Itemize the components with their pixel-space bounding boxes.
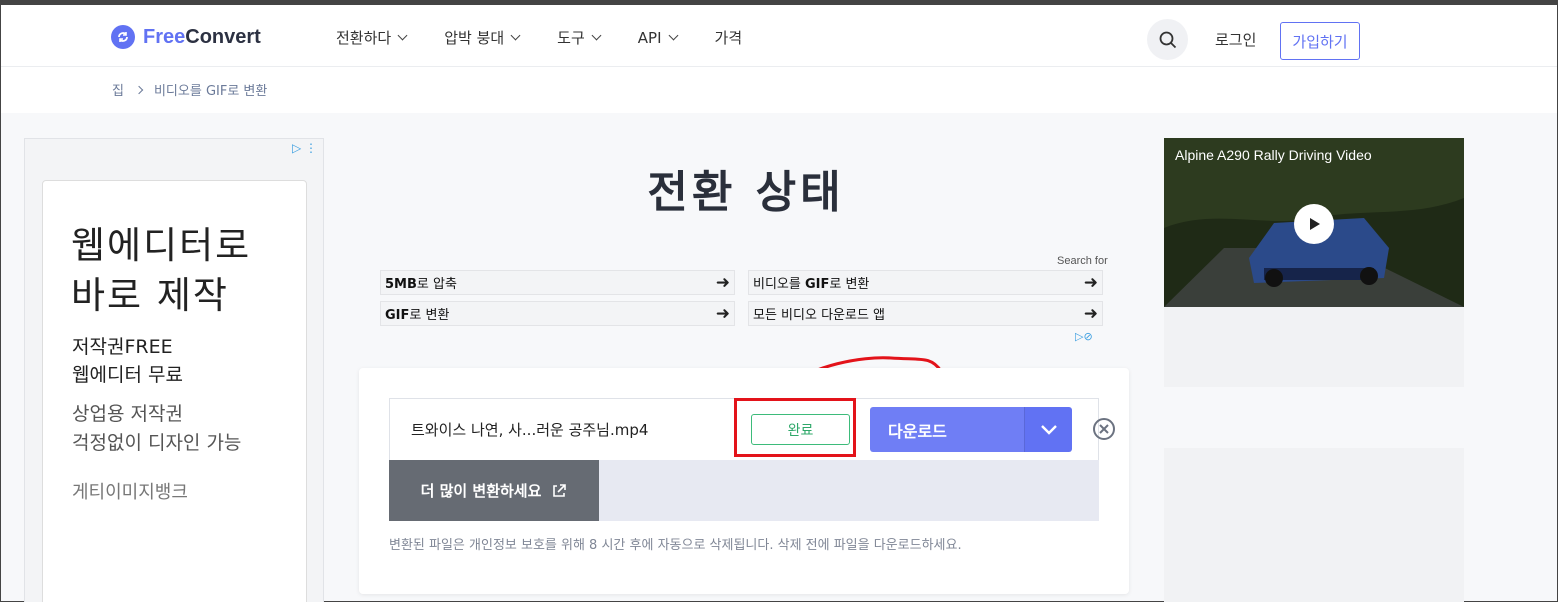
nav-api[interactable]: API	[638, 27, 678, 48]
nav-convert[interactable]: 전환하다	[336, 27, 408, 48]
page-title: 전환 상태	[647, 167, 845, 218]
play-icon	[1310, 218, 1320, 230]
arrow-right-icon: ➜	[1083, 272, 1098, 293]
external-link-icon	[553, 483, 567, 497]
adchoices-icon[interactable]: ▷ ⋮	[292, 141, 317, 155]
convert-more-button[interactable]: 더 많이 변환하세요	[389, 460, 599, 521]
ad-link-label: GIF로 변환	[385, 308, 450, 323]
adchoices-icon[interactable]: ▷⊘	[1075, 330, 1093, 343]
more-conversions-row: 더 많이 변환하세요	[389, 460, 1099, 521]
search-icon	[1159, 31, 1176, 48]
ad-headline: 웹에디터로 바로 제작	[71, 224, 252, 317]
chevron-down-icon	[668, 30, 678, 41]
nav-pricing[interactable]: 가격	[715, 27, 743, 48]
nav-tools[interactable]: 도구	[557, 27, 602, 48]
arrow-right-icon: ➜	[1083, 303, 1098, 324]
download-options-button[interactable]	[1024, 407, 1072, 452]
arrow-right-icon: ➜	[715, 272, 730, 293]
close-icon[interactable]	[1092, 417, 1116, 441]
breadcrumb-bar: 집 비디오를 GIF로 변환	[1, 67, 1557, 113]
ad-link-video-gif[interactable]: 비디오를 GIF로 변환 ➜	[748, 270, 1103, 295]
video-title: Alpine A290 Rally Driving Video	[1175, 147, 1372, 163]
breadcrumb: 집 비디오를 GIF로 변환	[112, 80, 267, 99]
site-header: FreeConvert 전환하다 압박 붕대 도구 API 가격 로그인 가입하…	[1, 1, 1557, 67]
ad-link-download-app[interactable]: 모든 비디오 다운로드 앱 ➜	[748, 301, 1103, 326]
right-ad-placeholder-2	[1164, 448, 1464, 602]
ad-subheadline: 저작권FREE 웹에디터 무료	[72, 336, 183, 386]
refresh-icon	[111, 25, 135, 49]
login-link[interactable]: 로그인	[1215, 29, 1256, 50]
ad-link-gif[interactable]: GIF로 변환 ➜	[380, 301, 735, 326]
chevron-down-icon	[591, 30, 602, 41]
right-ad-placeholder	[1164, 307, 1464, 387]
ad-card[interactable]: 웹에디터로 바로 제작 저작권FREE 웹에디터 무료 상업용 저작권 걱정없이…	[42, 180, 307, 602]
video-advertisement[interactable]: Alpine A290 Rally Driving Video	[1164, 138, 1464, 307]
signup-button[interactable]: 가입하기	[1280, 22, 1360, 60]
ad-link-label: 모든 비디오 다운로드 앱	[753, 308, 885, 323]
ad-description: 상업용 저작권 걱정없이 디자인 가능	[72, 403, 242, 454]
ad-link-label: 비디오를 GIF로 변환	[753, 277, 870, 292]
logo-text: FreeConvert	[143, 25, 261, 48]
chevron-right-icon	[134, 85, 144, 94]
search-for-label: Search for	[1057, 255, 1108, 267]
convert-more-label: 더 많이 변환하세요	[420, 482, 542, 500]
freeconvert-logo[interactable]: FreeConvert	[111, 25, 261, 49]
chevron-down-icon	[510, 30, 521, 41]
arrow-right-icon: ➜	[715, 303, 730, 324]
file-name: 트와이스 나연, 사...러운 공주님.mp4	[411, 421, 649, 439]
chevron-down-icon	[397, 30, 408, 41]
breadcrumb-current: 비디오를 GIF로 변환	[153, 84, 268, 99]
left-advertisement[interactable]: ▷ ⋮ 웹에디터로 바로 제작 저작권FREE 웹에디터 무료 상업용 저작권 …	[24, 138, 324, 602]
nav-compress[interactable]: 압박 붕대	[444, 27, 521, 48]
main-nav: 전환하다 압박 붕대 도구 API 가격	[336, 27, 780, 48]
ad-brand: 게티이미지뱅크	[72, 482, 188, 503]
ad-link-label: 5MB로 압축	[385, 277, 457, 292]
play-button[interactable]	[1294, 204, 1334, 244]
breadcrumb-home[interactable]: 집	[112, 80, 124, 99]
ad-link-compress[interactable]: 5MB로 압축 ➜	[380, 270, 735, 295]
search-button[interactable]	[1147, 19, 1188, 60]
chevron-down-icon	[1040, 424, 1057, 435]
highlight-box-annotation	[734, 398, 856, 457]
deletion-note: 변환된 파일은 개인정보 보호를 위해 8 시간 후에 자동으로 삭제됩니다. …	[389, 538, 962, 553]
